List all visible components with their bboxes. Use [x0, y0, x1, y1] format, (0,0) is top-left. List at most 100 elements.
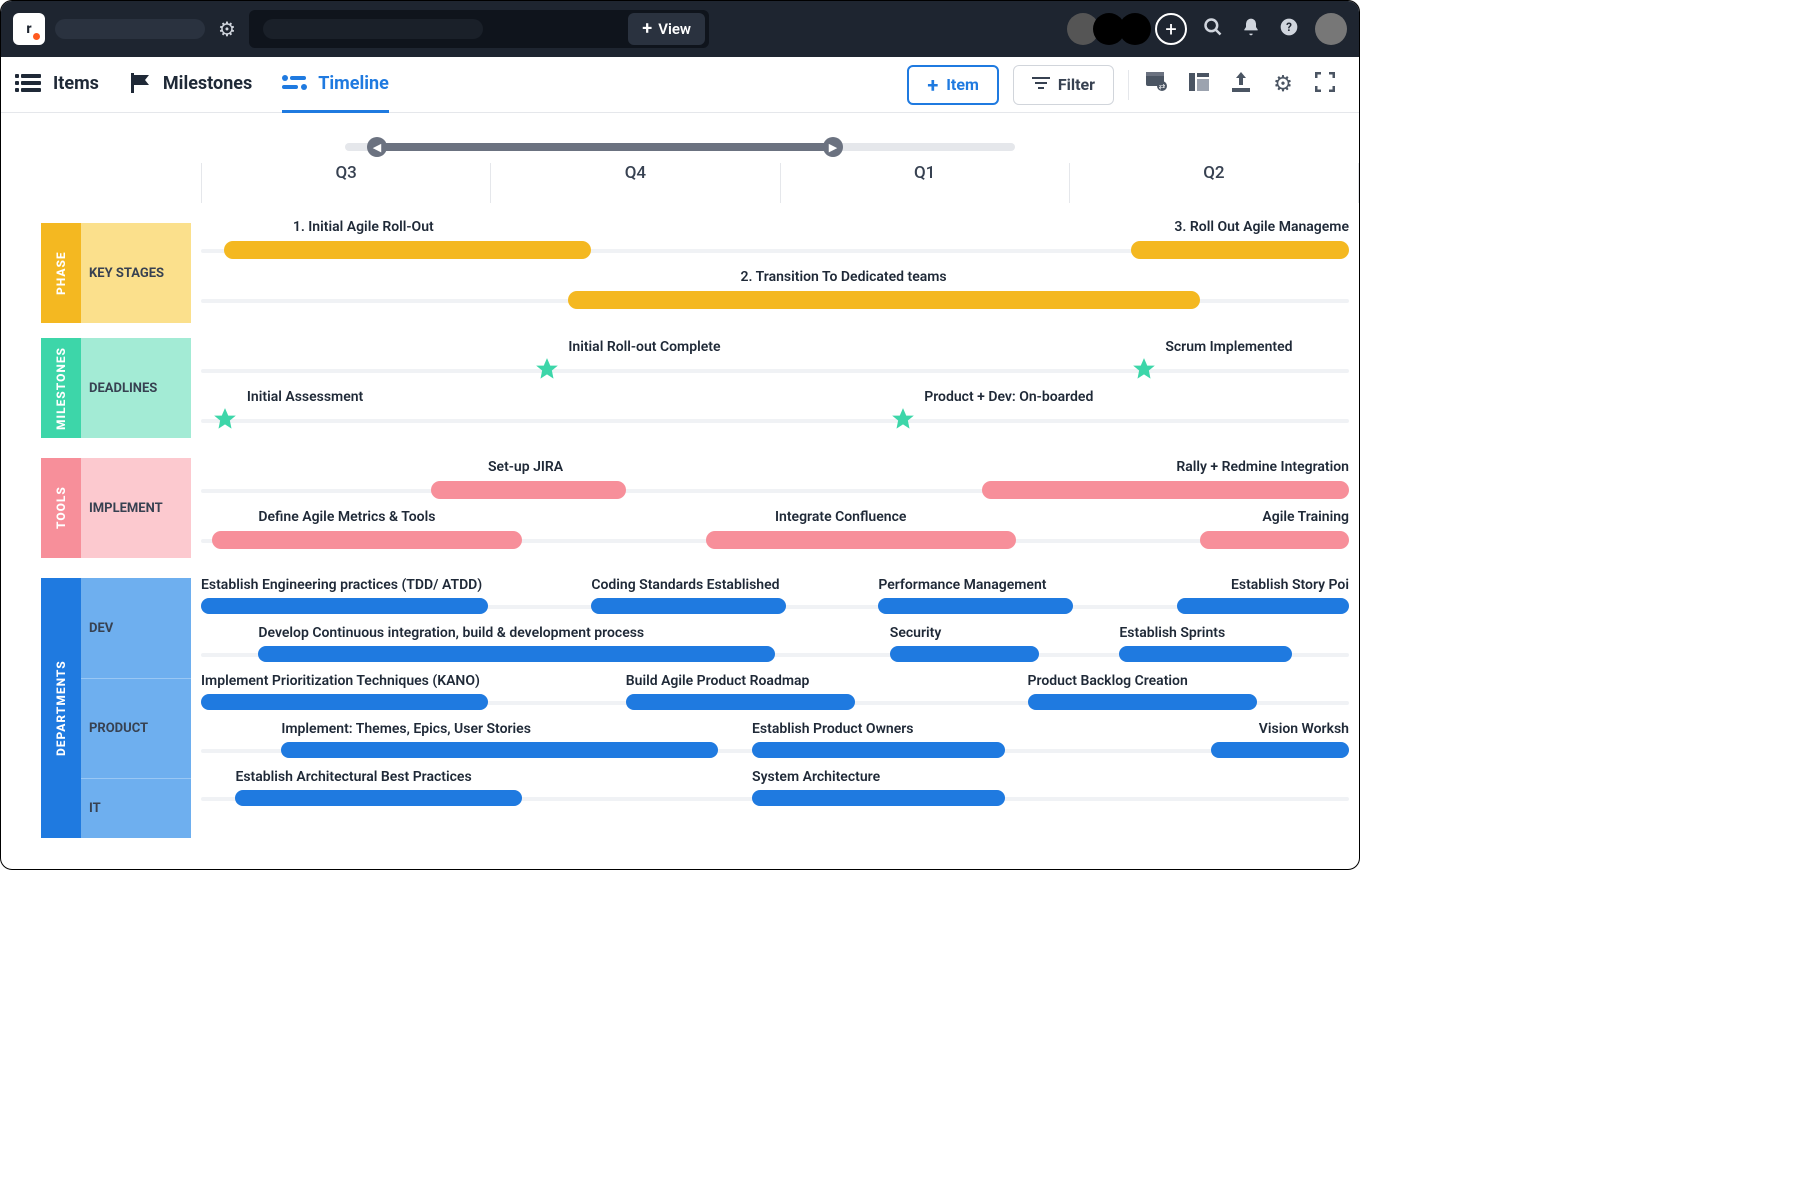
milestone-star[interactable]: [1131, 357, 1157, 383]
bar-label: Develop Continuous integration, build & …: [258, 625, 644, 641]
timeline-bar[interactable]: [235, 790, 522, 806]
timeline-bar[interactable]: [626, 694, 856, 710]
timeline-bar[interactable]: [1119, 646, 1291, 662]
timeline-bar[interactable]: [878, 598, 1073, 614]
timeline-bar[interactable]: [890, 646, 1039, 662]
bar-label: Establish Engineering practices (TDD/ AT…: [201, 577, 482, 593]
bell-icon[interactable]: [1239, 17, 1263, 42]
plus-icon: +: [642, 20, 652, 38]
filter-button[interactable]: Filter: [1013, 65, 1114, 105]
timeline-bar[interactable]: [591, 598, 786, 614]
bar-label: Performance Management: [878, 577, 1046, 593]
timeline-row: 1. Initial Agile Roll-Out 3. Roll Out Ag…: [201, 213, 1349, 263]
avatar[interactable]: [1119, 13, 1151, 45]
lane-box-dev[interactable]: DEV: [81, 578, 191, 678]
timeline-row: Define Agile Metrics & Tools Integrate C…: [201, 503, 1349, 553]
app-topbar: r ⚙ + View + ?: [1, 1, 1359, 57]
add-view-button[interactable]: + View: [628, 13, 705, 45]
bar-label: Set-up JIRA: [488, 459, 563, 475]
timeline-bar[interactable]: [258, 646, 775, 662]
tab-label: Timeline: [318, 73, 389, 94]
gear-icon[interactable]: ⚙: [215, 17, 239, 41]
svg-text:?: ?: [1286, 20, 1292, 34]
lane-box-it[interactable]: IT: [81, 778, 191, 838]
swimlane-departments: DEPARTMENTS DEV PRODUCT IT: [41, 578, 191, 838]
search-icon[interactable]: [1201, 17, 1225, 42]
tab-label: Milestones: [163, 73, 252, 94]
timeline-bar[interactable]: [212, 531, 522, 549]
timeline-bar[interactable]: [201, 694, 488, 710]
milestone-star[interactable]: [890, 407, 916, 433]
lane-box[interactable]: DEADLINES: [81, 338, 191, 438]
scrubber-handle-right[interactable]: ▶: [823, 137, 843, 157]
timeline-bar[interactable]: [281, 742, 717, 758]
lane-box[interactable]: KEY STAGES: [81, 223, 191, 323]
lane-tab: DEPARTMENTS: [41, 578, 81, 838]
timeline-bar[interactable]: [982, 481, 1349, 499]
timeline-bar[interactable]: [224, 241, 591, 259]
timeline-row: Initial Assessment Product + Dev: On-boa…: [201, 383, 1349, 433]
view-label: View: [658, 20, 691, 38]
lane-tab: TOOLS: [41, 458, 81, 558]
bar-label: Implement: Themes, Epics, User Stories: [281, 721, 531, 737]
tab-label: Items: [53, 73, 99, 94]
add-item-button[interactable]: + Item: [907, 65, 999, 105]
timeline-bar[interactable]: [431, 481, 626, 499]
time-headers: Q3 Q4 Q1 Q2: [201, 163, 1359, 203]
timeline-row: Establish Architectural Best PracticesSy…: [201, 765, 1349, 813]
bar-label: Vision Worksh: [1259, 721, 1349, 737]
milestone-label: Initial Roll-out Complete: [568, 339, 720, 355]
lane-tab: PHASE: [41, 223, 81, 323]
milestone-rows: Initial Roll-out Complete Scrum Implemen…: [201, 333, 1349, 433]
timeline-bar[interactable]: [752, 742, 1005, 758]
scrubber-handle-left[interactable]: ◀: [367, 137, 387, 157]
settings-icon[interactable]: ⚙: [1269, 72, 1297, 97]
timeline-bar[interactable]: [1028, 694, 1258, 710]
tab-timeline[interactable]: Timeline: [282, 57, 389, 113]
bar-label: Establish Architectural Best Practices: [235, 769, 471, 785]
tab-milestones[interactable]: Milestones: [129, 57, 252, 113]
bar-label: Establish Product Owners: [752, 721, 913, 737]
bar-label: 1. Initial Agile Roll-Out: [293, 219, 434, 235]
time-header: Q4: [490, 163, 779, 203]
time-header: Q3: [201, 163, 490, 203]
timeline-bar[interactable]: [1211, 742, 1349, 758]
help-icon[interactable]: ?: [1277, 17, 1301, 42]
swimlane-phase: PHASE KEY STAGES: [41, 223, 191, 323]
add-member-button[interactable]: +: [1155, 13, 1187, 45]
timeline-bar[interactable]: [568, 291, 1199, 309]
bar-label: 3. Roll Out Agile Manageme: [1174, 219, 1349, 235]
time-scrubber: ◀ ▶: [1, 113, 1359, 163]
search-bar[interactable]: + View: [249, 10, 709, 48]
view-toolbar: Items Milestones Timeline + Item Filter …: [1, 57, 1359, 113]
avatar-group[interactable]: +: [1067, 13, 1187, 45]
user-avatar[interactable]: [1315, 13, 1347, 45]
lane-box[interactable]: IMPLEMENT: [81, 458, 191, 558]
timeline-bar[interactable]: [201, 598, 488, 614]
button-label: Filter: [1058, 75, 1095, 94]
link-icon[interactable]: ⇄: [1143, 72, 1171, 97]
timeline-bar[interactable]: [706, 531, 1016, 549]
lane-tab: MILESTONES: [41, 338, 81, 438]
timeline-bar[interactable]: [1131, 241, 1349, 259]
flag-icon: [129, 73, 153, 93]
scrubber-track[interactable]: ◀ ▶: [345, 143, 1015, 151]
lane-box-product[interactable]: PRODUCT: [81, 678, 191, 778]
workspace-pill[interactable]: [55, 19, 205, 39]
milestone-star[interactable]: [534, 357, 560, 383]
plus-icon: +: [927, 73, 938, 97]
layout-icon[interactable]: [1185, 73, 1213, 96]
timeline-row: Implement Prioritization Techniques (KAN…: [201, 669, 1349, 717]
swimlane-milestones: MILESTONES DEADLINES: [41, 338, 191, 438]
timeline-bar[interactable]: [1177, 598, 1349, 614]
app-logo[interactable]: r: [13, 13, 45, 45]
tab-items[interactable]: Items: [21, 57, 99, 113]
timeline-bar[interactable]: [1200, 531, 1349, 549]
timeline-bar[interactable]: [752, 790, 1005, 806]
milestone-star[interactable]: [212, 407, 238, 433]
export-icon[interactable]: [1227, 72, 1255, 97]
fullscreen-icon[interactable]: [1311, 72, 1339, 97]
phase-rows: 1. Initial Agile Roll-Out 3. Roll Out Ag…: [201, 213, 1349, 313]
bar-label: Implement Prioritization Techniques (KAN…: [201, 673, 480, 689]
timeline-row: 2. Transition To Dedicated teams: [201, 263, 1349, 313]
